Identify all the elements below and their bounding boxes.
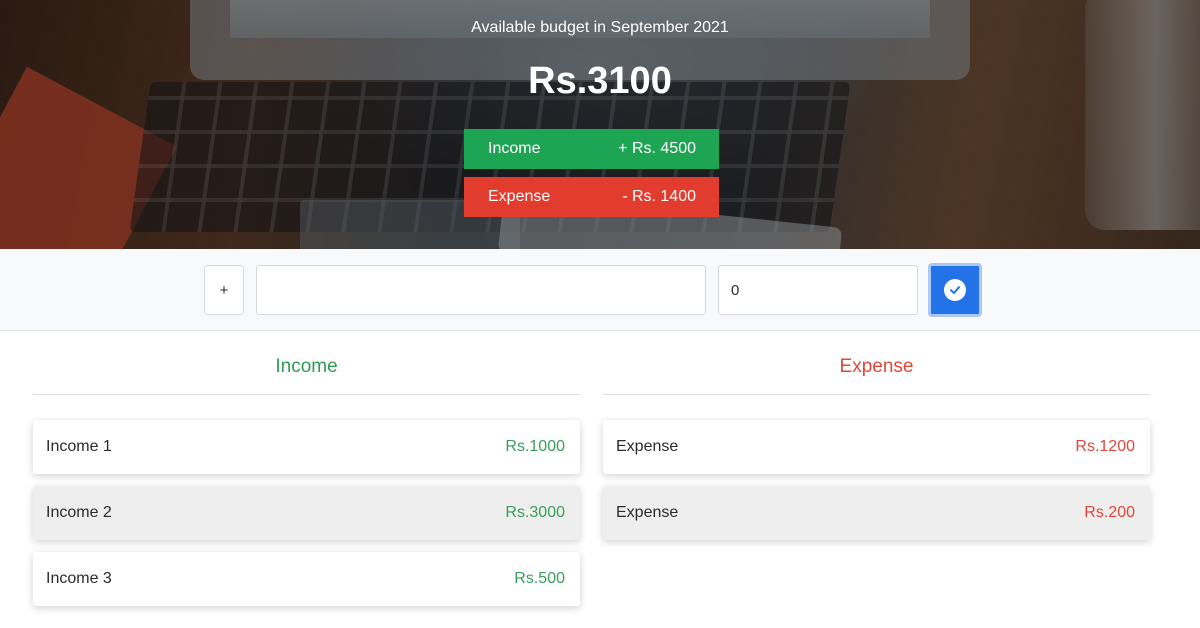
add-button[interactable] xyxy=(928,263,982,317)
income-summary-label: Income xyxy=(488,140,541,157)
item-label: Income 2 xyxy=(46,504,112,521)
expense-summary-value: - Rs. 1400 xyxy=(622,188,696,205)
list-item[interactable]: Expense Rs.1200 xyxy=(603,420,1150,474)
budget-value: Rs.3100 xyxy=(528,60,672,102)
amount-input[interactable] xyxy=(718,265,918,315)
list-item[interactable]: Income 2 Rs.3000 xyxy=(33,486,580,540)
item-amount: Rs.1200 xyxy=(1075,438,1135,455)
income-heading: Income xyxy=(33,332,580,395)
expense-summary-label: Expense xyxy=(488,188,551,205)
item-amount: Rs.1000 xyxy=(505,438,565,455)
description-input[interactable] xyxy=(256,265,706,315)
item-amount: Rs.500 xyxy=(514,570,565,587)
item-amount: Rs.3000 xyxy=(505,504,565,521)
budget-header: Available budget in September 2021 Rs.31… xyxy=(0,0,1200,249)
expense-list: Expense Expense Rs.1200 Expense Rs.200 xyxy=(603,332,1150,540)
expense-summary: Expense - Rs. 1400 xyxy=(464,177,719,217)
budget-title: Available budget in September 2021 xyxy=(471,19,729,36)
list-item[interactable]: Income 3 Rs.500 xyxy=(33,552,580,606)
list-item[interactable]: Income 1 Rs.1000 xyxy=(33,420,580,474)
item-label: Expense xyxy=(616,438,679,455)
income-summary-value: + Rs. 4500 xyxy=(618,140,696,157)
income-summary: Income + Rs. 4500 xyxy=(464,129,719,169)
list-item[interactable]: Expense Rs.200 xyxy=(603,486,1150,540)
item-amount: Rs.200 xyxy=(1084,504,1135,521)
income-list: Income Income 1 Rs.1000 Income 2 Rs.3000… xyxy=(33,332,580,606)
type-select[interactable]: + xyxy=(204,265,244,315)
budget-summary: Available budget in September 2021 Rs.31… xyxy=(0,0,1200,249)
check-circle-icon xyxy=(944,279,966,301)
expense-heading: Expense xyxy=(603,332,1150,395)
item-label: Income 1 xyxy=(46,438,112,455)
item-label: Expense xyxy=(616,504,679,521)
add-entry-bar: + xyxy=(0,249,1200,331)
item-label: Income 3 xyxy=(46,570,112,587)
